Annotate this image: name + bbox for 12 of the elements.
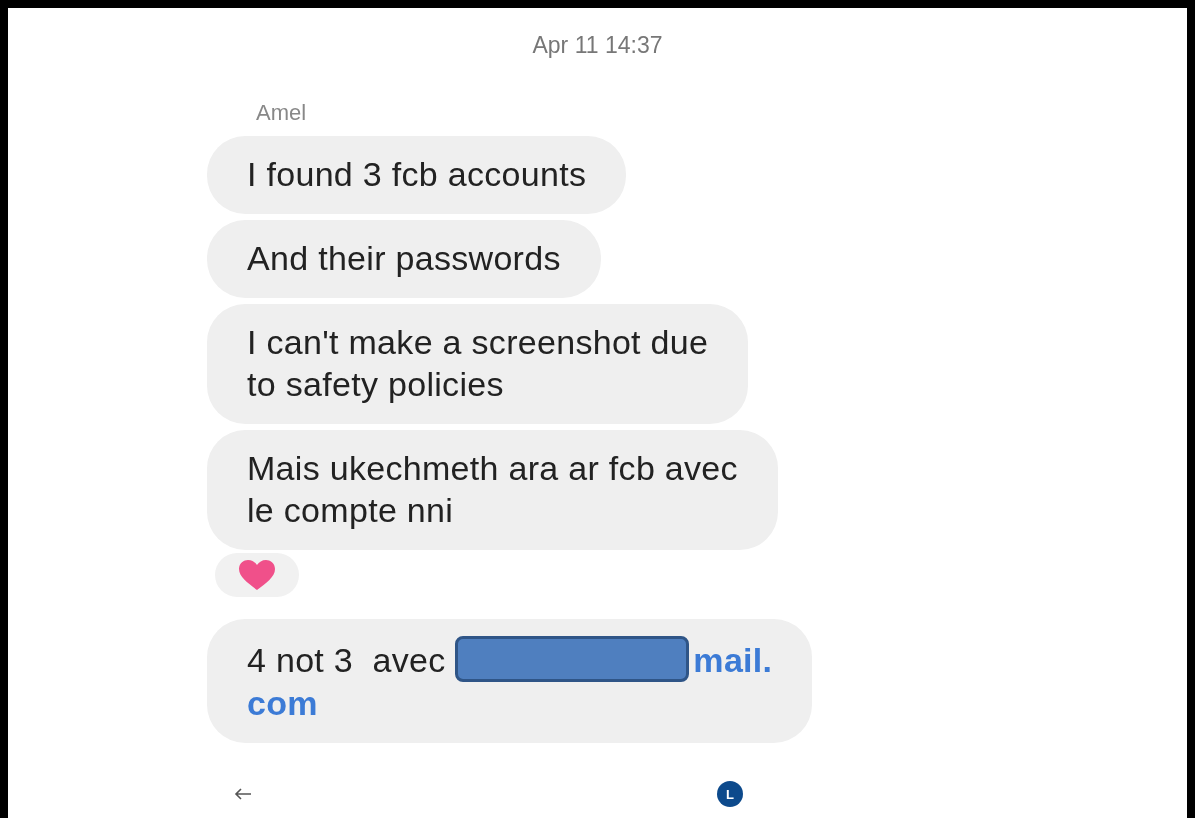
sender-name: Amel [256, 100, 308, 127]
heart-icon [238, 559, 276, 591]
email-link[interactable]: com [247, 684, 318, 722]
message-text: I can't make a screenshot due to safety policies [247, 323, 709, 403]
message-text: 4 not 3 avec [247, 641, 447, 679]
back-arrow-icon[interactable] [234, 788, 252, 800]
email-link[interactable]: mail. [693, 641, 773, 679]
message-text: Mais ukechmeth ara ar fcb avec le compte nni [247, 449, 738, 529]
message-text: And their passwords [247, 239, 561, 277]
message-timestamp: Apr 11 14:37 [531, 31, 664, 60]
avatar[interactable]: L [717, 781, 743, 807]
message-text: I found 3 fcb accounts [247, 155, 587, 193]
